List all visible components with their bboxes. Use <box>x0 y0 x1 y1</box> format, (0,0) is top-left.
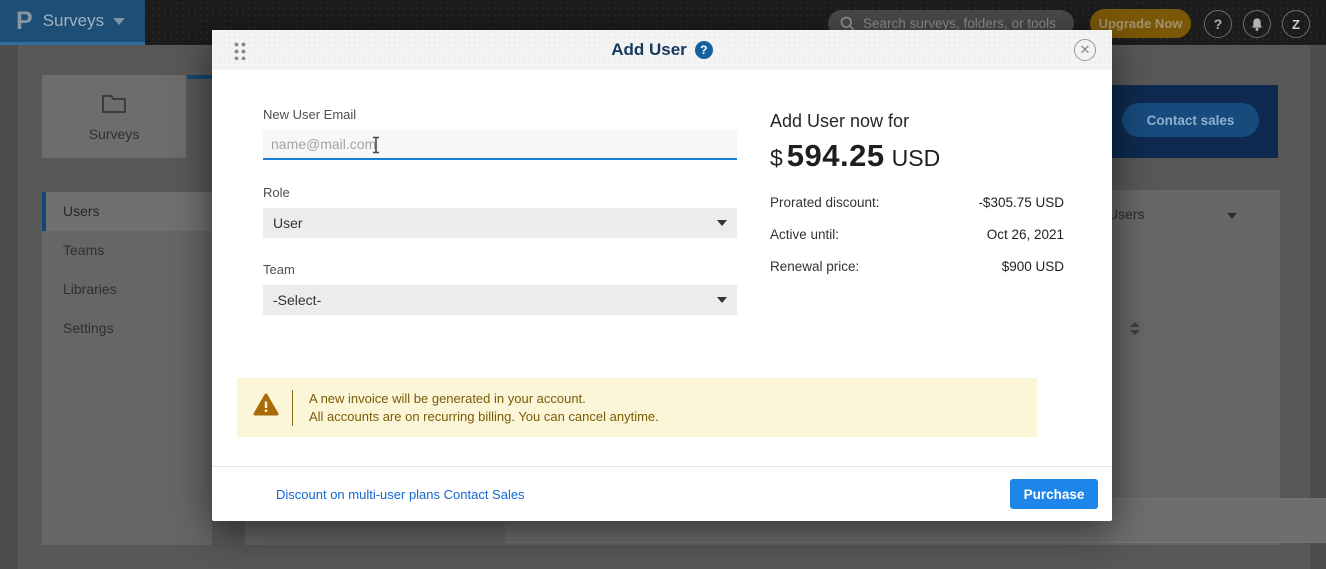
currency-symbol: $ <box>770 145 783 172</box>
active-tab-indicator <box>187 75 212 79</box>
row-label: Renewal price: <box>770 259 859 291</box>
amount-value: 594.25 <box>787 138 885 174</box>
chevron-down-icon <box>1227 213 1237 219</box>
app-name: Surveys <box>43 11 104 31</box>
row-label: Prorated discount: <box>770 195 880 227</box>
contact-sales-button[interactable]: Contact sales <box>1122 103 1259 137</box>
sidebar-item-libraries[interactable]: Libraries <box>42 270 212 309</box>
pricing-details: Prorated discount: -$305.75 USD Active u… <box>770 195 1064 291</box>
currency-code: USD <box>892 145 941 172</box>
warning-text: A new invoice will be generated in your … <box>309 390 659 426</box>
price-amount: $ 594.25 USD <box>770 138 940 174</box>
row-value: Oct 26, 2021 <box>987 227 1064 259</box>
modal-header: Add User ? ✕ <box>212 30 1112 70</box>
sort-icon[interactable] <box>1130 322 1140 336</box>
add-user-modal: Add User ? ✕ New User Email Role User Te… <box>212 30 1112 521</box>
warning-divider <box>292 390 293 426</box>
role-label: Role <box>263 185 290 200</box>
contact-sales-link[interactable]: Discount on multi-user plans Contact Sal… <box>276 487 525 502</box>
pricing-row-active-until: Active until: Oct 26, 2021 <box>770 227 1064 259</box>
email-field[interactable] <box>263 130 737 158</box>
invoice-warning: A new invoice will be generated in your … <box>237 378 1037 437</box>
right-gutter <box>1310 45 1326 569</box>
left-gutter <box>0 45 18 569</box>
team-select-value: -Select- <box>273 292 321 308</box>
purchase-button[interactable]: Purchase <box>1010 479 1098 509</box>
avatar[interactable]: Z <box>1282 10 1310 38</box>
app-switcher[interactable]: P Surveys <box>0 0 145 45</box>
help-icon[interactable]: ? <box>695 41 713 59</box>
chevron-down-icon <box>113 18 125 25</box>
close-icon[interactable]: ✕ <box>1074 39 1096 61</box>
users-filter-dropdown[interactable]: Users <box>1108 206 1145 222</box>
table-divider <box>505 542 1326 543</box>
team-label: Team <box>263 262 295 277</box>
search-input[interactable] <box>863 16 1063 31</box>
tab-surveys[interactable]: Surveys <box>42 75 186 158</box>
price-heading: Add User now for <box>770 111 909 132</box>
email-field-wrap <box>263 130 737 160</box>
tab-surveys-label: Surveys <box>89 126 140 142</box>
help-icon[interactable]: ? <box>1204 10 1232 38</box>
sidebar-item-teams[interactable]: Teams <box>42 231 212 270</box>
pricing-row-prorated: Prorated discount: -$305.75 USD <box>770 195 1064 227</box>
row-value: $900 USD <box>1002 259 1064 291</box>
modal-footer: Discount on multi-user plans Contact Sal… <box>212 466 1112 521</box>
brand-logo: P <box>16 9 33 34</box>
warning-icon <box>253 393 279 422</box>
settings-sidebar: Users Teams Libraries Settings <box>42 192 212 545</box>
app-root: Surveys Users Teams Libraries Settings C… <box>0 0 1326 569</box>
email-label: New User Email <box>263 107 356 122</box>
role-select[interactable]: User <box>263 208 737 238</box>
modal-title: Add User <box>611 40 687 60</box>
warning-line1: A new invoice will be generated in your … <box>309 390 659 408</box>
warning-line2: All accounts are on recurring billing. Y… <box>309 408 659 426</box>
chevron-down-icon <box>717 297 727 303</box>
search-icon <box>840 16 855 31</box>
bell-icon[interactable] <box>1243 10 1271 38</box>
row-value: -$305.75 USD <box>978 195 1064 227</box>
chevron-down-icon <box>717 220 727 226</box>
sidebar-item-users[interactable]: Users <box>42 192 212 231</box>
folder-icon <box>101 92 127 119</box>
role-select-value: User <box>273 215 303 231</box>
pricing-row-renewal: Renewal price: $900 USD <box>770 259 1064 291</box>
sidebar-item-settings[interactable]: Settings <box>42 309 212 348</box>
row-label: Active until: <box>770 227 839 259</box>
team-select[interactable]: -Select- <box>263 285 737 315</box>
